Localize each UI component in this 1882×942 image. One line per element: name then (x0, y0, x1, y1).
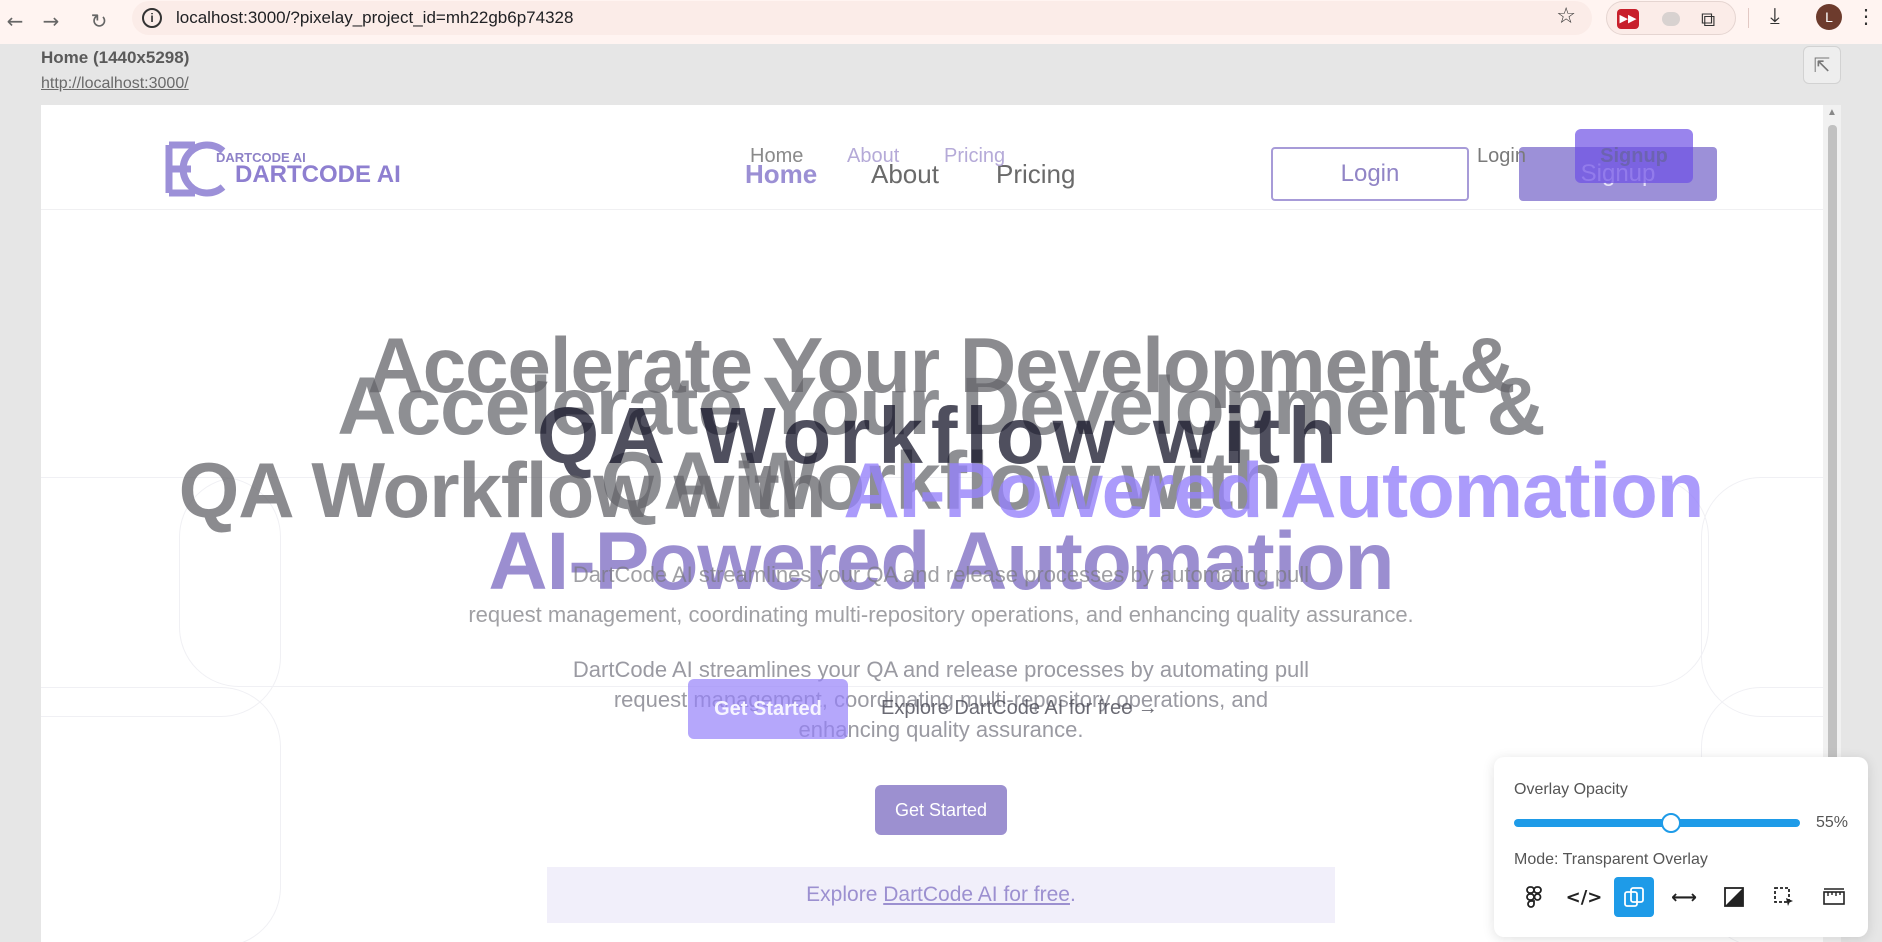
opacity-slider-track[interactable] (1514, 819, 1800, 827)
overlay-hero-line2-plain: QA Workflow with (178, 446, 844, 534)
opacity-value: 55% (1816, 814, 1849, 831)
overlay-hero-line2: QA Workflow with AI-Powered Automation (41, 445, 1841, 536)
overlay-signup-button: Signup (1575, 129, 1693, 183)
explore-prefix: Explore (806, 883, 884, 906)
split-icon[interactable]: ⟷ (1664, 877, 1704, 917)
overlay-explore-link: Explore DartCode AI for free → (881, 697, 1158, 719)
overlay-hero-line2-accent: AI-Powered Automation (843, 446, 1704, 534)
browser-menu-icon[interactable]: ⋮ (1856, 4, 1876, 29)
overlay-subtitle-line2: request management, coordinating multi-r… (468, 602, 1414, 627)
download-icon[interactable]: ⤓ (1770, 4, 1780, 29)
extension-gray-icon[interactable] (1662, 12, 1680, 26)
overlay-get-started-button: Get Started (688, 679, 848, 739)
browser-toolbar: ← → ↻ i localhost:3000/?pixelay_project_… (0, 0, 1882, 44)
url-text[interactable]: localhost:3000/?pixelay_project_id=mh22g… (176, 8, 573, 28)
scroll-up-arrow-icon[interactable]: ▲ (1827, 107, 1837, 118)
code-icon[interactable]: </> (1564, 877, 1604, 917)
mode-toolbar: </> ⟷ (1514, 877, 1854, 917)
figma-icon[interactable] (1514, 877, 1554, 917)
overlay-subtitle: DartCode AI streamlines your QA and rele… (341, 555, 1541, 635)
decor-shape (41, 687, 281, 942)
nav-pricing[interactable]: Pricing (996, 159, 1075, 190)
site-info-icon[interactable]: i (142, 8, 162, 28)
toolbar-divider (1748, 8, 1749, 28)
page-url-link[interactable]: http://localhost:3000/ (41, 75, 189, 93)
reload-icon[interactable]: ↻ (84, 6, 114, 36)
back-icon[interactable]: ← (0, 6, 30, 36)
extension-pixelay-icon[interactable]: ▶▶ (1617, 9, 1639, 29)
bookmark-star-icon[interactable]: ☆ (1556, 4, 1576, 29)
select-area-icon[interactable] (1764, 877, 1804, 917)
difference-icon[interactable] (1714, 877, 1754, 917)
overlay-subtitle-line1: DartCode AI streamlines your QA and rele… (572, 562, 1310, 587)
explore-link[interactable]: DartCode AI for free (883, 883, 1070, 906)
overlay-logo-text: DARTCODE AI (216, 150, 306, 165)
navbar-divider (41, 209, 1823, 210)
opacity-label: Overlay Opacity (1514, 781, 1628, 798)
overlay-nav-pricing: Pricing (944, 145, 1006, 167)
extensions-puzzle-icon[interactable]: ⧉ (1701, 7, 1715, 31)
address-bar[interactable]: i localhost:3000/?pixelay_project_id=mh2… (132, 1, 1592, 35)
explore-banner: Explore DartCode AI for free. (547, 867, 1335, 923)
mode-label: Mode: Transparent Overlay (1514, 851, 1708, 868)
overlay-nav-home: Home (750, 145, 804, 167)
page-title: Home (1440x5298) (41, 48, 190, 67)
overlay-icon[interactable] (1614, 877, 1654, 917)
open-external-icon[interactable]: ⇱ (1803, 46, 1841, 84)
scroll-thumb[interactable] (1828, 125, 1837, 775)
opacity-slider-thumb[interactable] (1661, 813, 1682, 833)
logo-text[interactable]: DARTCODE AI (235, 161, 401, 189)
login-button[interactable]: Login (1271, 147, 1469, 201)
ruler-icon[interactable] (1814, 877, 1854, 917)
hero-subtitle-line1: DartCode AI streamlines your QA and rele… (572, 657, 1310, 682)
profile-avatar[interactable]: L (1816, 4, 1842, 30)
overlay-login: Login (1477, 145, 1526, 167)
extensions-group: ▶▶ ⧉ (1606, 1, 1736, 35)
forward-icon[interactable]: → (36, 6, 66, 36)
get-started-button[interactable]: Get Started (875, 785, 1007, 835)
overlay-nav-about: About (847, 145, 900, 167)
explore-suffix: . (1069, 883, 1076, 906)
overlay-control-panel: Overlay Opacity 55% Mode: Transparent Ov… (1494, 757, 1868, 937)
